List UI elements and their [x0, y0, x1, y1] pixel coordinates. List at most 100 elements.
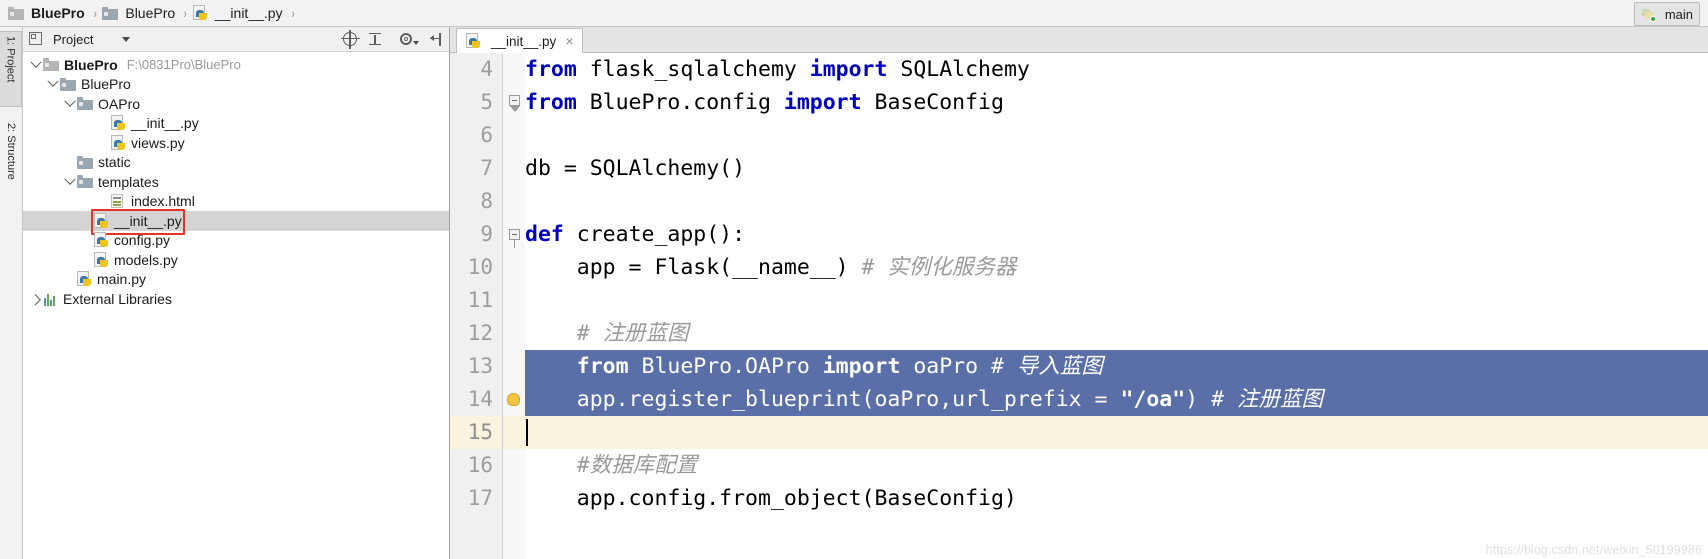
tool-tab-structure[interactable]: 2: Structure: [0, 119, 22, 205]
code-token: "/oa": [1120, 387, 1186, 412]
fold-cell: [503, 251, 525, 284]
breadcrumb-separator-0: ›: [93, 5, 97, 21]
code-line[interactable]: [525, 119, 1708, 152]
line-number: 9: [480, 222, 493, 246]
fold-end-arrow: [510, 106, 520, 112]
breadcrumb-item-1[interactable]: BluePro: [102, 0, 177, 26]
collapse-all-icon[interactable]: [367, 31, 384, 48]
code-token: # 注册蓝图: [1211, 387, 1323, 412]
code-token: import: [809, 57, 888, 82]
code-text[interactable]: from flask_sqlalchemy import SQLAlchemy f…: [525, 53, 1708, 559]
settings-gear-icon[interactable]: [398, 31, 419, 48]
text-caret: [526, 419, 528, 446]
tree-item-oapro[interactable]: OAPro: [23, 94, 449, 114]
breadcrumb-label-1: BluePro: [125, 5, 176, 21]
project-tool-window: Project BluePro F:\0831Pro\BluePro BluePro…: [23, 27, 450, 559]
project-view-icon: [29, 32, 43, 46]
code-token: #数据库配置: [576, 453, 698, 478]
code-area[interactable]: 4 5 6 7 8 9 10 11 12 13 14 15 16 17 from flask_sqlalc…: [450, 53, 1708, 559]
fold-start-marker[interactable]: [509, 229, 520, 240]
breadcrumb-label-0: BluePro: [31, 5, 85, 21]
line-number: 4: [480, 57, 493, 81]
code-line[interactable]: [525, 284, 1708, 317]
python-run-icon: [1641, 7, 1656, 22]
python-file-icon: [94, 212, 109, 229]
fold-cell: [503, 119, 525, 152]
tree-item-views-py[interactable]: views.py: [23, 133, 449, 153]
tree-item-main-py[interactable]: main.py: [23, 270, 449, 290]
editor-tab-init-py[interactable]: __init__.py ×: [456, 28, 583, 53]
python-file-icon: [466, 33, 481, 49]
code-line[interactable]: from BluePro.config import BaseConfig: [525, 86, 1708, 119]
hide-panel-icon[interactable]: [428, 31, 445, 48]
code-token: app.config.from_object(BaseConfig): [525, 486, 1017, 511]
line-number: 17: [467, 486, 493, 510]
chevron-down-icon[interactable]: [63, 173, 77, 186]
fold-cell: [503, 152, 525, 185]
tool-tab-project[interactable]: 1: Project: [0, 31, 22, 107]
code-token: BluePro.config: [576, 90, 784, 115]
python-file-icon: [77, 271, 92, 287]
tree-item-static[interactable]: static: [23, 153, 449, 173]
html-file-icon: [111, 193, 126, 209]
close-icon[interactable]: ×: [565, 33, 573, 49]
fold-cell: [503, 53, 525, 86]
python-file-icon: [94, 251, 109, 268]
editor-tab-label: __init__.py: [491, 33, 557, 49]
code-line[interactable]: app = Flask(__name__) # 实例化服务器: [525, 251, 1708, 284]
locate-target-icon[interactable]: [341, 29, 360, 49]
code-line[interactable]: db = SQLAlchemy(): [525, 152, 1708, 185]
chevron-down-icon[interactable]: [29, 56, 43, 69]
chevron-right-icon[interactable]: [29, 293, 43, 306]
project-tree[interactable]: BluePro F:\0831Pro\BluePro BluePro OAPro __i…: [23, 52, 449, 559]
folder-blue-icon: [77, 155, 93, 169]
fold-gutter[interactable]: [503, 53, 525, 559]
tree-item-bluepro[interactable]: BluePro: [23, 75, 449, 95]
code-token: BluePro.OAPro: [628, 354, 823, 379]
folder-blue-icon: [77, 175, 93, 189]
code-line[interactable]: #数据库配置: [525, 449, 1708, 482]
python-file-icon: [192, 5, 208, 21]
tree-item--init-py[interactable]: __init__.py: [23, 211, 449, 231]
code-line[interactable]: # 注册蓝图: [525, 317, 1708, 350]
code-token: app.register_blueprint(oaPro,url_prefix …: [525, 387, 1121, 412]
code-token: def: [525, 222, 564, 247]
code-line[interactable]: app.register_blueprint(oaPro,url_prefix …: [525, 383, 1708, 416]
chevron-down-icon[interactable]: [46, 75, 60, 88]
code-line[interactable]: [525, 185, 1708, 218]
tree-item--init-py[interactable]: __init__.py: [23, 114, 449, 134]
code-token: # 导入蓝图: [991, 354, 1103, 379]
code-line[interactable]: from BluePro.OAPro import oaPro # 导入蓝图: [525, 350, 1708, 383]
folder-blue-icon: [102, 6, 119, 20]
tree-item-label: External Libraries: [63, 290, 172, 307]
code-token: # 实例化服务器: [861, 255, 1017, 280]
breadcrumb-item-0[interactable]: BluePro: [8, 0, 87, 26]
code-line[interactable]: def create_app():: [525, 218, 1708, 251]
intention-bulb-icon[interactable]: [507, 393, 520, 406]
code-line[interactable]: [525, 416, 1708, 449]
tree-item-path: F:\0831Pro\BluePro: [126, 57, 241, 73]
watermark-text: https://blog.csdn.net/weixin_50199986: [1485, 543, 1702, 557]
code-line[interactable]: app.config.from_object(BaseConfig): [525, 482, 1708, 515]
line-number-gutter: 4 5 6 7 8 9 10 11 12 13 14 15 16 17: [450, 53, 503, 559]
chevron-down-icon[interactable]: [122, 36, 131, 42]
chevron-down-icon[interactable]: [63, 95, 77, 108]
breadcrumb-separator-1: ›: [183, 5, 187, 21]
code-token: oaPro: [900, 354, 992, 379]
tree-item-models-py[interactable]: models.py: [23, 250, 449, 270]
code-token: db = SQLAlchemy(): [525, 156, 746, 181]
line-number: 13: [467, 354, 493, 378]
run-configuration-selector[interactable]: main: [1633, 2, 1700, 26]
tree-item-templates[interactable]: templates: [23, 172, 449, 192]
folder-blue-icon: [77, 97, 93, 111]
code-line[interactable]: from flask_sqlalchemy import SQLAlchemy: [525, 53, 1708, 86]
tree-item-config-py[interactable]: config.py: [23, 231, 449, 251]
tree-item-bluepro[interactable]: BluePro F:\0831Pro\BluePro: [23, 55, 449, 75]
fold-end-marker[interactable]: [509, 95, 520, 106]
breadcrumb-item-2[interactable]: __init__.py: [192, 0, 285, 26]
tree-item-external-libraries[interactable]: External Libraries: [23, 289, 449, 309]
tree-item-label: index.html: [131, 193, 195, 210]
tree-item-index-html[interactable]: index.html: [23, 192, 449, 212]
